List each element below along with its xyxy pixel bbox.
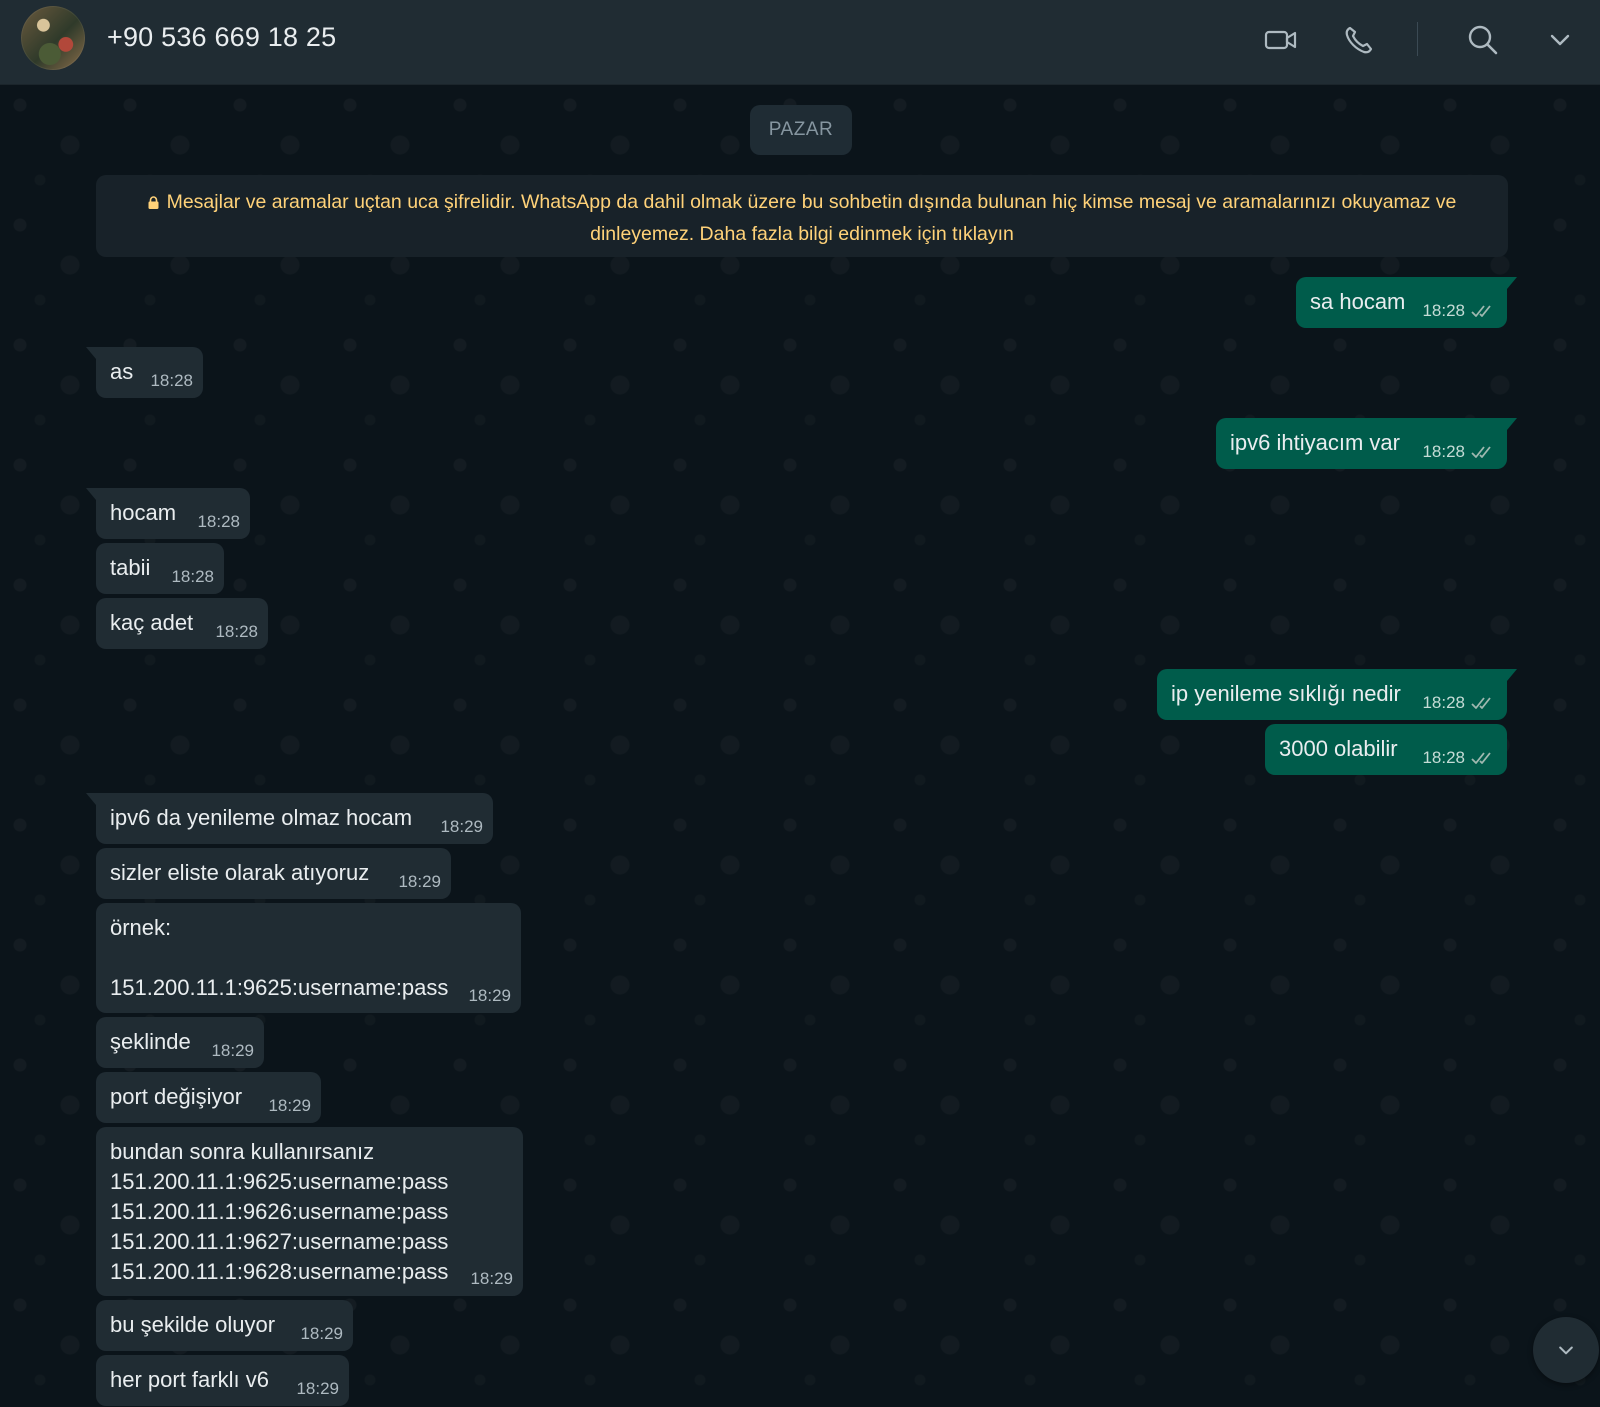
message-text: hocam: [110, 500, 177, 525]
message-bubble-outgoing[interactable]: sa hocam 18:28: [1296, 277, 1517, 328]
message-time: 18:28: [1422, 748, 1465, 767]
message-bubble-incoming[interactable]: port değişiyor 18:29: [96, 1072, 321, 1123]
message-text: ipv6 da yenileme olmaz hocam: [110, 805, 413, 830]
lock-icon: [148, 196, 159, 209]
contact-name[interactable]: +90 536 669 18 25: [107, 22, 336, 53]
message-time: 18:29: [211, 1041, 254, 1060]
message-bubble-outgoing[interactable]: ip yenileme sıklığı nedir 18:28: [1157, 669, 1517, 720]
message-bubble-incoming[interactable]: kaç adet 18:28: [96, 598, 268, 649]
message-bubble-incoming[interactable]: şeklinde 18:29: [96, 1017, 264, 1068]
message-time: 18:28: [215, 622, 258, 641]
chat-header: +90 536 669 18 25: [0, 0, 1600, 85]
message-bubble-incoming[interactable]: as 18:28: [86, 347, 203, 398]
contact-avatar[interactable]: [21, 6, 85, 70]
message-bubble-incoming[interactable]: bundan sonra kullanırsanız 151.200.11.1:…: [96, 1127, 523, 1296]
message-text: port değişiyor: [110, 1084, 243, 1109]
encryption-notice-text: Mesajlar ve aramalar uçtan uca şifrelidi…: [166, 191, 1457, 245]
read-receipt-icon: [1471, 303, 1497, 319]
message-time: 18:28: [150, 371, 193, 390]
message-text: şeklinde: [110, 1029, 191, 1054]
video-call-icon[interactable]: [1263, 22, 1299, 58]
message-bubble-outgoing[interactable]: 3000 olabilir 18:28: [1265, 724, 1507, 775]
read-receipt-icon: [1471, 444, 1497, 460]
read-receipt-icon: [1471, 750, 1497, 766]
scroll-to-bottom-button[interactable]: [1533, 1317, 1599, 1383]
read-receipt-icon: [1471, 695, 1497, 711]
message-bubble-incoming[interactable]: her port farklı v6 18:29: [96, 1355, 349, 1406]
message-time: 18:29: [398, 872, 441, 891]
message-text: bundan sonra kullanırsanız 151.200.11.1:…: [110, 1139, 449, 1284]
message-bubble-incoming[interactable]: tabii 18:28: [96, 543, 224, 594]
message-bubble-incoming[interactable]: hocam 18:28: [86, 488, 250, 539]
chevron-down-icon[interactable]: [1542, 22, 1578, 58]
whatsapp-chat-window: +90 536 669 18 25 PAZAR Mesajlar ve aram…: [0, 0, 1600, 1407]
encryption-notice[interactable]: Mesajlar ve aramalar uçtan uca şifrelidi…: [96, 175, 1508, 257]
message-time: 18:29: [440, 817, 483, 836]
message-bubble-incoming[interactable]: bu şekilde oluyor 18:29: [96, 1300, 353, 1351]
search-icon[interactable]: [1465, 22, 1501, 58]
message-text: as: [110, 359, 134, 384]
message-text: sizler eliste olarak atıyoruz: [110, 860, 370, 885]
message-text: sa hocam: [1310, 289, 1406, 314]
message-text: kaç adet: [110, 610, 194, 635]
message-text: ipv6 ihtiyacım var: [1230, 430, 1400, 455]
header-divider: [1417, 22, 1418, 56]
message-text: ip yenileme sıklığı nedir: [1171, 681, 1401, 706]
message-time: 18:29: [268, 1096, 311, 1115]
message-time: 18:28: [171, 567, 214, 586]
message-time: 18:28: [1422, 301, 1465, 320]
message-text: tabii: [110, 555, 151, 580]
message-time: 18:28: [1422, 442, 1465, 461]
message-bubble-incoming[interactable]: sizler eliste olarak atıyoruz 18:29: [96, 848, 451, 899]
date-separator: PAZAR: [750, 105, 852, 155]
message-bubble-incoming[interactable]: örnek: 151.200.11.1:9625:username:pass 1…: [96, 903, 521, 1013]
message-text: 3000 olabilir: [1279, 736, 1398, 761]
message-time: 18:29: [468, 986, 511, 1005]
message-bubble-incoming[interactable]: ipv6 da yenileme olmaz hocam 18:29: [86, 793, 493, 844]
message-text: örnek: 151.200.11.1:9625:username:pass: [110, 915, 449, 1000]
message-time: 18:28: [1422, 693, 1465, 712]
message-time: 18:29: [470, 1269, 513, 1288]
voice-call-icon[interactable]: [1341, 22, 1377, 58]
message-text: bu şekilde oluyor: [110, 1312, 276, 1337]
message-time: 18:28: [197, 512, 240, 531]
message-text: her port farklı v6: [110, 1367, 269, 1392]
message-time: 18:29: [300, 1324, 343, 1343]
message-time: 18:29: [296, 1379, 339, 1398]
message-bubble-outgoing[interactable]: ipv6 ihtiyacım var 18:28: [1216, 418, 1517, 469]
chevron-down-icon: [1559, 1346, 1573, 1355]
